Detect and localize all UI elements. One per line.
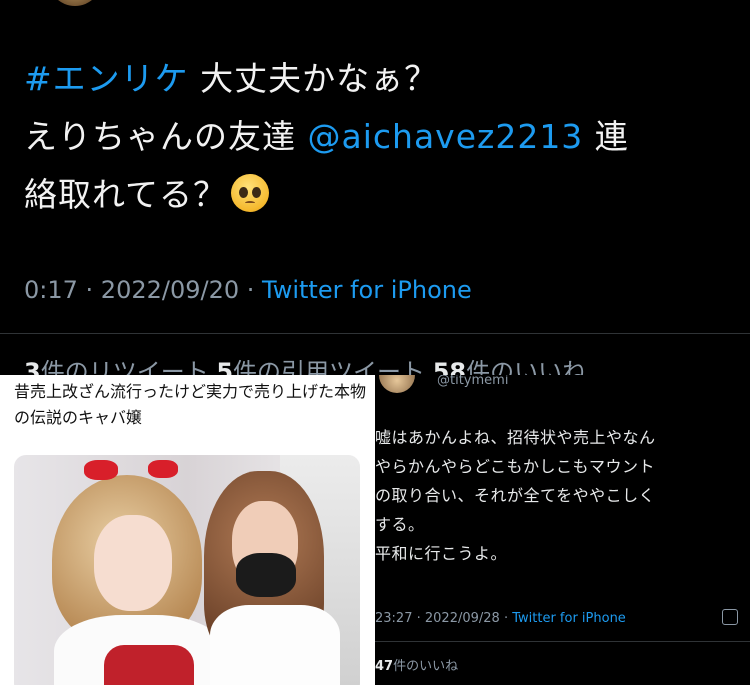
divider: [375, 641, 750, 642]
post-photo[interactable]: [14, 455, 360, 685]
quotes-count[interactable]: 5: [216, 358, 233, 375]
tweet-metadata: 0:17 · 2022/09/20 · Twitter for iPhone: [24, 276, 472, 304]
tweet-time[interactable]: 23:27: [375, 611, 412, 626]
tweet-text-line1: 大丈夫かなぁ？: [188, 59, 439, 98]
divider: [0, 333, 750, 334]
photo-caption: 昔売上改ざん流行ったけど実力で売り上げた本物の伝説のキャバ嬢: [14, 382, 367, 427]
likes-count[interactable]: 47: [375, 659, 393, 674]
mention-link[interactable]: @aichavez2213: [308, 117, 584, 156]
tweet-text: #エンリケ 大丈夫かなぁ？ えりちゃんの友達 @aichavez2213 連 絡…: [24, 50, 724, 224]
meta-separator: ·: [412, 611, 425, 626]
tweet-source-link[interactable]: Twitter for iPhone: [512, 611, 626, 626]
share-icon[interactable]: [722, 609, 738, 625]
likes-count[interactable]: 58: [433, 358, 466, 375]
photo-post: 昔売上改ざん流行ったけど実力で売り上げた本物の伝説のキャバ嬢: [0, 375, 375, 685]
tweet-source-link[interactable]: Twitter for iPhone: [262, 276, 472, 304]
tweet-date[interactable]: 2022/09/28: [425, 611, 500, 626]
tweet-text-line: 嘘はあかんよね、招待状や売上やなん: [375, 428, 656, 447]
meta-separator: ·: [499, 611, 513, 626]
tweet-stats: 3件のリツイート 5件の引用ツイート 58件のいいね: [24, 352, 586, 375]
tweet-text-line2: えりちゃんの友達: [24, 117, 308, 156]
quotes-label[interactable]: 件の引用ツイート: [233, 358, 425, 375]
user-handle[interactable]: @titymemi: [437, 375, 508, 388]
tweet-text-line: やらかんやらどこもかしこもマウント: [375, 457, 656, 476]
likes-label[interactable]: 件のいいね: [393, 659, 458, 674]
second-tweet: @titymemi 嘘はあかんよね、招待状や売上やなん やらかんやらどこもかしこ…: [375, 375, 750, 685]
tweet-text-line: の取り合い、それが全てをややこしく: [375, 486, 656, 505]
meta-separator: ·: [77, 276, 101, 304]
avatar[interactable]: [48, 0, 102, 6]
tweet-text-line: 平和に行こうよ。: [375, 544, 508, 563]
retweets-count[interactable]: 3: [24, 358, 41, 375]
tweet-text-line: する。: [375, 515, 425, 534]
pleading-face-icon: [231, 174, 270, 212]
tweet-text-line2-suffix: 連: [583, 117, 629, 156]
retweets-label[interactable]: 件のリツイート: [41, 358, 209, 375]
tweet-metadata: 23:27 · 2022/09/28 · Twitter for iPhone: [375, 611, 626, 626]
tweet-time[interactable]: 0:17: [24, 276, 78, 304]
tweet-likes[interactable]: 47件のいいね: [375, 655, 458, 674]
tweet-text: 嘘はあかんよね、招待状や売上やなん やらかんやらどこもかしこもマウント の取り合…: [375, 423, 745, 568]
hashtag-link[interactable]: #エンリケ: [24, 59, 189, 98]
tweet-text-line3: 絡取れてる？: [24, 175, 228, 214]
tweet-date[interactable]: 2022/09/20: [101, 276, 239, 304]
meta-separator: ·: [239, 276, 263, 304]
main-tweet: #エンリケ 大丈夫かなぁ？ えりちゃんの友達 @aichavez2213 連 絡…: [0, 0, 750, 375]
avatar[interactable]: [379, 375, 415, 393]
likes-label[interactable]: 件のいいね: [466, 358, 586, 375]
